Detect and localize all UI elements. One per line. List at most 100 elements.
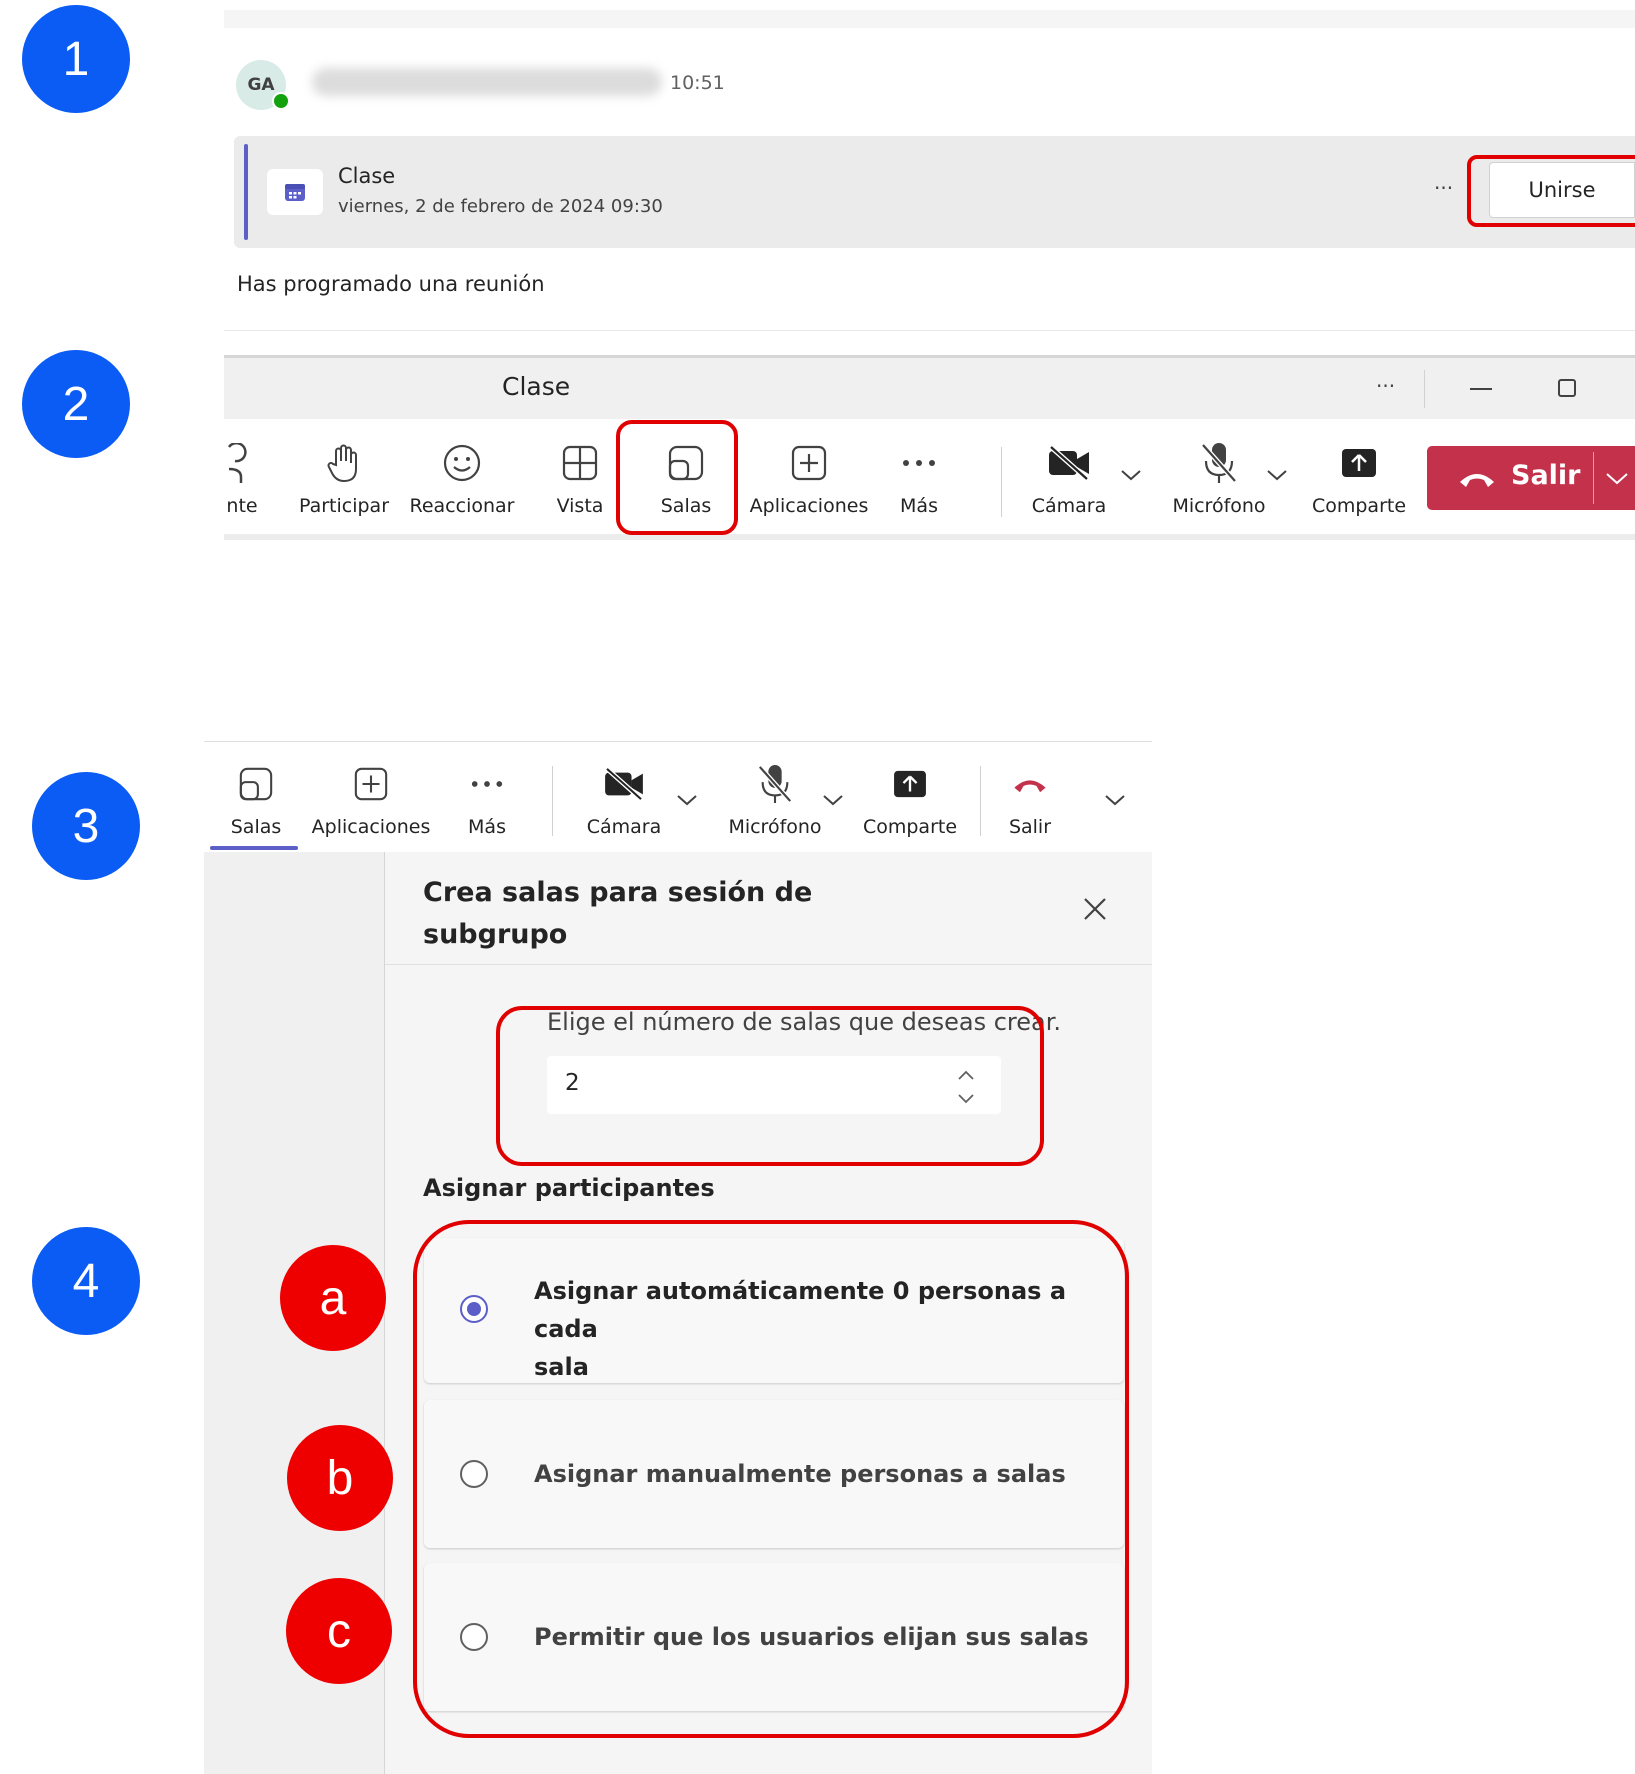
camera-off-icon — [1047, 437, 1091, 489]
grid-icon — [561, 437, 599, 489]
toolbar-label: Salir — [1008, 816, 1052, 838]
step-number: 1 — [62, 32, 90, 86]
panel-title-line: subgrupo — [423, 919, 568, 950]
mic-off-icon — [756, 758, 794, 810]
toolbar-label: Salas — [230, 816, 282, 838]
meeting-window-title: Clase — [502, 372, 571, 401]
meeting-title: Clase — [338, 164, 396, 188]
message-time: 10:51 — [670, 72, 725, 94]
toolbar-more[interactable]: Más — [884, 437, 954, 517]
calendar-icon — [267, 169, 323, 215]
microphone-options-chevron-icon[interactable] — [1266, 467, 1288, 486]
toolbar-label: Vista — [556, 495, 604, 517]
microphone-options-chevron-icon[interactable] — [822, 792, 844, 811]
leave-options-chevron-icon[interactable] — [1104, 792, 1126, 811]
share-icon — [892, 758, 928, 810]
substep-letter: c — [327, 1604, 351, 1658]
assign-participants-heading: Asignar participantes — [423, 1174, 715, 1202]
toolbar-label: Comparte — [1311, 495, 1407, 517]
toolbar-label: Participar — [298, 495, 390, 517]
toolbar-share[interactable]: Comparte — [1299, 437, 1419, 517]
chat-top-strip — [224, 10, 1635, 28]
toolbar-camera[interactable]: Cámara — [574, 758, 674, 838]
title-bar-divider — [1424, 370, 1425, 408]
highlight-assign-options — [413, 1220, 1129, 1738]
step-marker-1: 1 — [22, 5, 130, 113]
more-options-icon[interactable]: ··· — [1434, 176, 1453, 200]
window-bottom-border — [224, 534, 1635, 540]
leave-button[interactable]: Salir — [1427, 446, 1635, 510]
panel-toolbar: Salas Aplicaciones Más Cámara Micrófono … — [204, 742, 1152, 852]
toolbar-breakout-rooms[interactable]: Salas — [206, 758, 306, 838]
meeting-card[interactable]: Clase viernes, 2 de febrero de 2024 09:3… — [234, 136, 1635, 248]
meeting-date: viernes, 2 de febrero de 2024 09:30 — [338, 196, 663, 217]
toolbar-people[interactable]: nte — [222, 437, 262, 517]
meeting-scheduled-message: Has programado una reunión — [237, 272, 545, 296]
highlight-join — [1467, 155, 1635, 227]
avatar-initials: GA — [247, 75, 275, 95]
divider — [224, 330, 1635, 331]
toolbar-label: Aplicaciones — [311, 816, 431, 838]
presence-available-icon — [272, 92, 290, 110]
panel-title-line: Crea salas para sesión de — [423, 877, 813, 908]
toolbar-camera[interactable]: Cámara — [1024, 437, 1114, 517]
toolbar-microphone[interactable]: Micrófono — [1154, 437, 1284, 517]
close-icon[interactable] — [1082, 896, 1108, 926]
window-more-icon[interactable]: ··· — [1376, 374, 1395, 398]
panel-header-divider — [385, 964, 1152, 965]
toolbar-leave[interactable]: Salir — [1000, 758, 1060, 838]
toolbar-divider — [552, 766, 553, 836]
toolbar-apps[interactable]: Aplicaciones — [306, 758, 436, 838]
toolbar-label: Más — [468, 816, 506, 838]
leave-button-label: Salir — [1511, 460, 1581, 491]
toolbar-label: Reaccionar — [409, 495, 515, 517]
substep-marker-a: a — [280, 1245, 386, 1351]
hang-up-icon — [1011, 758, 1049, 810]
toolbar-label: Comparte — [862, 816, 958, 838]
leave-split-divider — [1593, 452, 1594, 504]
more-icon — [901, 437, 937, 489]
step-marker-4: 4 — [32, 1227, 140, 1335]
highlight-breakout-rooms — [616, 420, 738, 535]
mic-off-icon — [1199, 437, 1239, 489]
leave-chevron-down-icon[interactable] — [1605, 470, 1629, 489]
highlight-rooms-count — [496, 1006, 1044, 1166]
toolbar-divider — [980, 766, 981, 836]
step-number: 2 — [62, 377, 90, 431]
toolbar-label: Aplicaciones — [749, 495, 869, 517]
blurred-sender-name — [312, 68, 662, 96]
step-marker-3: 3 — [32, 772, 140, 880]
substep-letter: b — [326, 1451, 354, 1505]
substep-marker-c: c — [286, 1578, 392, 1684]
meeting-toolbar: nte Participar Reaccionar Vista Salas Ap… — [224, 419, 1635, 534]
toolbar-more[interactable]: Más — [452, 758, 522, 838]
substep-marker-b: b — [287, 1425, 393, 1531]
toolbar-label: Micrófono — [1172, 495, 1266, 517]
add-app-icon — [790, 437, 828, 489]
toolbar-react[interactable]: Reaccionar — [402, 437, 522, 517]
toolbar-microphone[interactable]: Micrófono — [710, 758, 840, 838]
toolbar-participate[interactable]: Participar — [284, 437, 404, 517]
active-tab-indicator — [210, 846, 298, 850]
substep-letter: a — [319, 1271, 347, 1325]
more-icon — [470, 758, 504, 810]
smiley-icon — [442, 437, 482, 489]
minimize-icon[interactable] — [1470, 388, 1492, 390]
toolbar-label: nte — [226, 495, 258, 517]
step-number: 3 — [72, 799, 100, 853]
toolbar-divider — [1001, 447, 1002, 517]
toolbar-apps[interactable]: Aplicaciones — [744, 437, 874, 517]
camera-options-chevron-icon[interactable] — [676, 792, 698, 811]
panel-title: Crea salas para sesión de subgrupo — [423, 872, 812, 956]
meeting-card-accent — [244, 144, 248, 240]
share-icon — [1340, 437, 1378, 489]
camera-options-chevron-icon[interactable] — [1120, 467, 1142, 486]
toolbar-share[interactable]: Comparte — [852, 758, 968, 838]
toolbar-label: Más — [900, 495, 938, 517]
toolbar-view[interactable]: Vista — [540, 437, 620, 517]
toolbar-label: Micrófono — [728, 816, 822, 838]
raise-hand-icon — [326, 437, 362, 489]
camera-off-icon — [603, 758, 645, 810]
maximize-icon[interactable] — [1558, 379, 1576, 397]
person-icon — [227, 437, 257, 489]
